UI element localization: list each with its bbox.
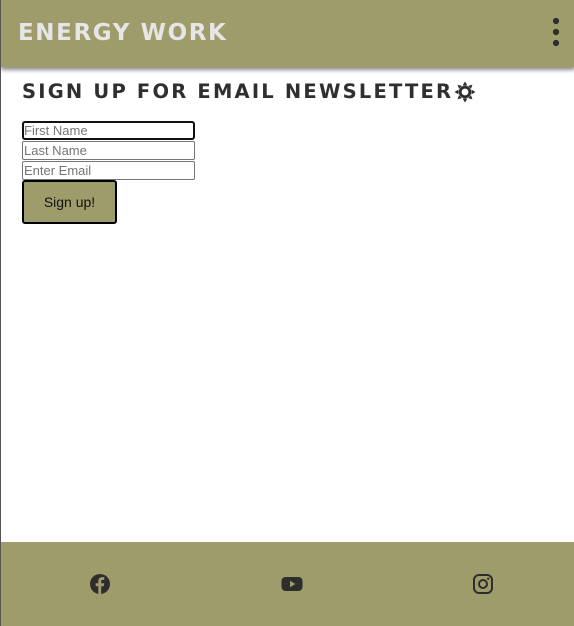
newsletter-heading: SIGN UP FOR EMAIL NEWSLETTER [22,79,476,105]
brand-title[interactable]: ENERGY WORK [18,18,227,48]
top-navbar: ENERGY WORK [1,0,574,67]
menu-button[interactable] [545,16,567,48]
youtube-link[interactable] [280,572,304,596]
page: ENERGY WORK SIGN UP FOR EMAIL NEWSLETTER [0,0,574,626]
facebook-icon [88,572,112,596]
last-name-field[interactable] [22,141,195,160]
kebab-menu-icon [545,16,567,48]
sun-icon [454,81,476,103]
sign-up-button[interactable]: Sign up! [22,180,117,224]
email-field[interactable] [22,161,195,180]
first-name-field[interactable] [22,121,195,140]
instagram-link[interactable] [471,572,495,596]
newsletter-title: SIGN UP FOR EMAIL NEWSLETTER [22,80,454,103]
youtube-icon [280,572,304,596]
facebook-link[interactable] [88,572,112,596]
footer [1,542,574,626]
instagram-icon [471,572,495,596]
